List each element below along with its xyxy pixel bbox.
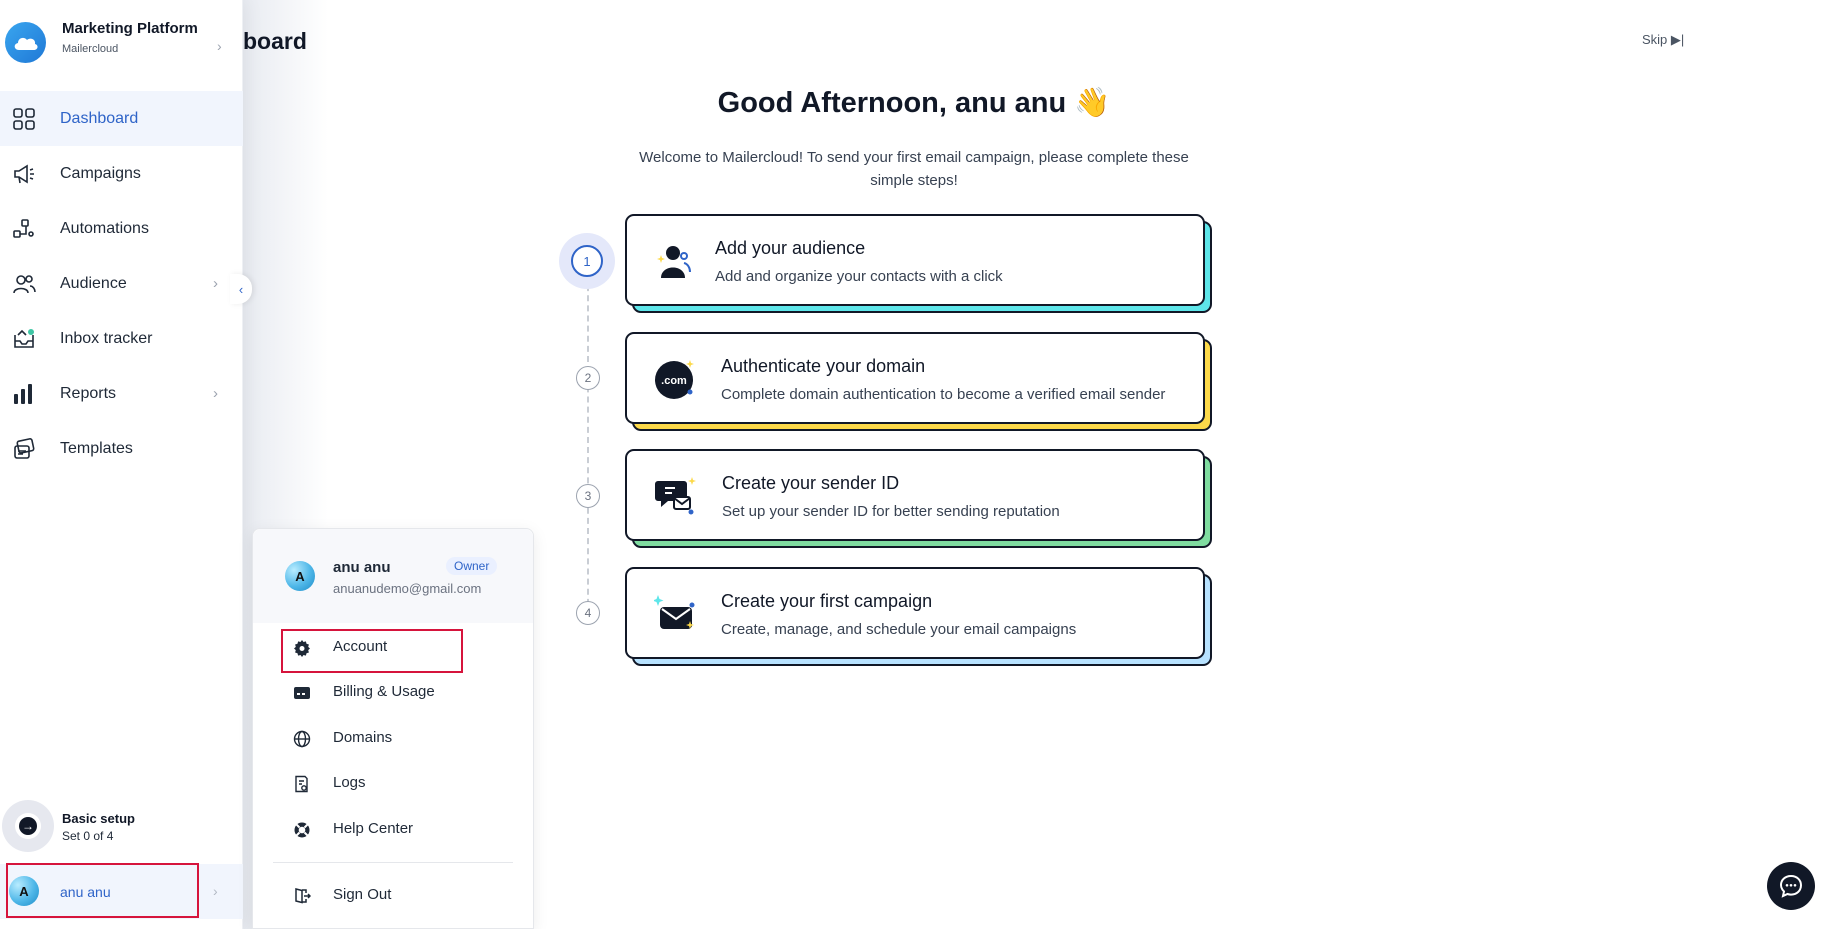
create-sender-id-card[interactable]: Create your sender ID Set up your sender… — [625, 449, 1205, 541]
lifebuoy-icon — [294, 822, 310, 838]
sidebar-item-label: Audience — [60, 274, 127, 292]
step-title: Add your audience — [715, 238, 866, 258]
chat-support-button[interactable] — [1767, 862, 1815, 910]
brand-switcher[interactable]: Marketing Platform Mailercloud › — [0, 8, 243, 80]
step-number-3: 3 — [576, 484, 600, 508]
step-card-campaign: Create your first campaign Create, manag… — [625, 567, 1212, 667]
templates-icon — [14, 438, 35, 459]
sidebar-item-reports[interactable]: Reports › — [0, 366, 243, 421]
sidebar-item-label: Dashboard — [60, 109, 139, 127]
authenticate-domain-card[interactable]: .com Authenticate your domain Complete d… — [625, 332, 1205, 424]
sidebar-item-dashboard[interactable]: Dashboard — [0, 91, 243, 146]
sidebar-item-label: Automations — [60, 219, 149, 237]
mailercloud-logo-icon — [5, 22, 46, 63]
sign-out-icon — [295, 888, 311, 904]
sidebar-item-label: Reports — [60, 384, 117, 402]
bar-chart-icon — [14, 384, 32, 404]
step-number-2: 2 — [576, 366, 600, 390]
dashboard-grid-icon — [13, 108, 35, 130]
megaphone-icon — [14, 164, 34, 184]
dot-com-icon: .com — [655, 360, 694, 399]
sidebar-item-automations[interactable]: Automations — [0, 201, 243, 256]
sidebar-item-label: Templates — [60, 439, 133, 457]
setup-progress-ring: → — [2, 800, 54, 852]
account-highlight-box — [281, 629, 463, 673]
role-badge: Owner — [446, 557, 498, 575]
workflow-icon — [13, 219, 34, 238]
globe-icon — [293, 730, 311, 748]
page-title: board — [243, 28, 307, 54]
profile-menu-header: A anu anu Owner anuanudemo@gmail.com — [253, 529, 533, 623]
sidebar-nav: Dashboard Campaigns Automations Audience… — [0, 91, 243, 476]
sidebar-item-inbox-tracker[interactable]: Inbox tracker — [0, 311, 243, 366]
profile-name: anu anu — [333, 559, 391, 576]
greeting-heading: Good Afternoon, anu anu 👋 — [717, 87, 1111, 119]
menu-item-billing[interactable]: Billing & Usage — [253, 672, 533, 712]
arrow-right-icon: → — [19, 817, 37, 835]
menu-item-help-center[interactable]: Help Center — [253, 809, 533, 849]
sidebar-item-templates[interactable]: Templates — [0, 421, 243, 476]
menu-item-label: Logs — [333, 774, 366, 791]
profile-email: anuanudemo@gmail.com — [333, 581, 482, 596]
step-number-1: 1 — [559, 233, 615, 289]
step-description: Create, manage, and schedule your email … — [721, 621, 1077, 638]
basic-setup-progress[interactable]: → Basic setup Set 0 of 4 — [0, 797, 243, 859]
steps-timeline — [587, 275, 589, 615]
chevron-right-icon: › — [213, 883, 218, 899]
sender-id-chat-icon — [655, 477, 696, 515]
menu-item-label: Domains — [333, 729, 393, 746]
sidebar-item-label: Campaigns — [60, 164, 141, 182]
menu-divider — [273, 862, 513, 863]
step-card-audience: Add your audience Add and organize your … — [625, 214, 1212, 314]
step-title: Create your first campaign — [721, 591, 933, 611]
setup-progress-text: Set 0 of 4 — [62, 829, 114, 843]
create-campaign-card[interactable]: Create your first campaign Create, manag… — [625, 567, 1205, 659]
menu-item-logs[interactable]: Logs — [253, 763, 533, 803]
inbox-icon — [14, 329, 34, 348]
sidebar: Marketing Platform Mailercloud › Dashboa… — [0, 0, 243, 929]
menu-item-label: Help Center — [333, 820, 414, 837]
logs-icon — [295, 775, 308, 793]
step-description: Complete domain authentication to become… — [721, 386, 1166, 403]
chevron-right-icon: › — [213, 385, 218, 402]
step-card-domain: .com Authenticate your domain Complete d… — [625, 332, 1212, 432]
sidebar-item-label: Inbox tracker — [60, 329, 153, 347]
brand-title: Marketing Platform — [62, 20, 198, 37]
step-title: Create your sender ID — [722, 473, 900, 493]
welcome-text: Welcome to Mailercloud! To send your fir… — [639, 149, 1189, 189]
sidebar-item-campaigns[interactable]: Campaigns — [0, 146, 243, 201]
sign-out-button[interactable]: Sign Out — [253, 875, 533, 915]
setup-title: Basic setup — [62, 811, 135, 826]
envelope-icon — [654, 595, 695, 629]
step-description: Set up your sender ID for better sending… — [722, 503, 1060, 520]
menu-item-label: Billing & Usage — [333, 683, 435, 700]
step-title: Authenticate your domain — [721, 356, 926, 376]
step-card-sender: Create your sender ID Set up your sender… — [625, 449, 1212, 549]
chat-bubble-icon — [1779, 874, 1803, 898]
billing-card-icon — [294, 687, 310, 699]
menu-item-label: Sign Out — [333, 886, 392, 903]
menu-item-domains[interactable]: Domains — [253, 718, 533, 758]
skip-button[interactable]: Skip ▶| — [1642, 32, 1684, 48]
sidebar-item-audience[interactable]: Audience › — [0, 256, 243, 311]
chevron-right-icon: › — [217, 38, 222, 54]
chevron-right-icon: › — [213, 275, 218, 292]
add-audience-card[interactable]: Add your audience Add and organize your … — [625, 214, 1205, 306]
step-number-4: 4 — [576, 601, 600, 625]
svg-text:.com: .com — [661, 375, 687, 387]
app-root: board Marketing Platform Mailercloud › D… — [0, 0, 1843, 929]
brand-text: Marketing Platform Mailercloud — [62, 20, 198, 55]
brand-subtitle: Mailercloud — [62, 43, 119, 55]
chevron-left-icon: ‹ — [238, 281, 244, 297]
avatar: A — [285, 561, 315, 591]
users-icon — [13, 275, 36, 294]
audience-icon — [657, 246, 691, 278]
user-highlight-box — [6, 863, 199, 918]
profile-menu: A anu anu Owner anuanudemo@gmail.com Acc… — [252, 528, 534, 929]
step-description: Add and organize your contacts with a cl… — [715, 268, 1003, 285]
